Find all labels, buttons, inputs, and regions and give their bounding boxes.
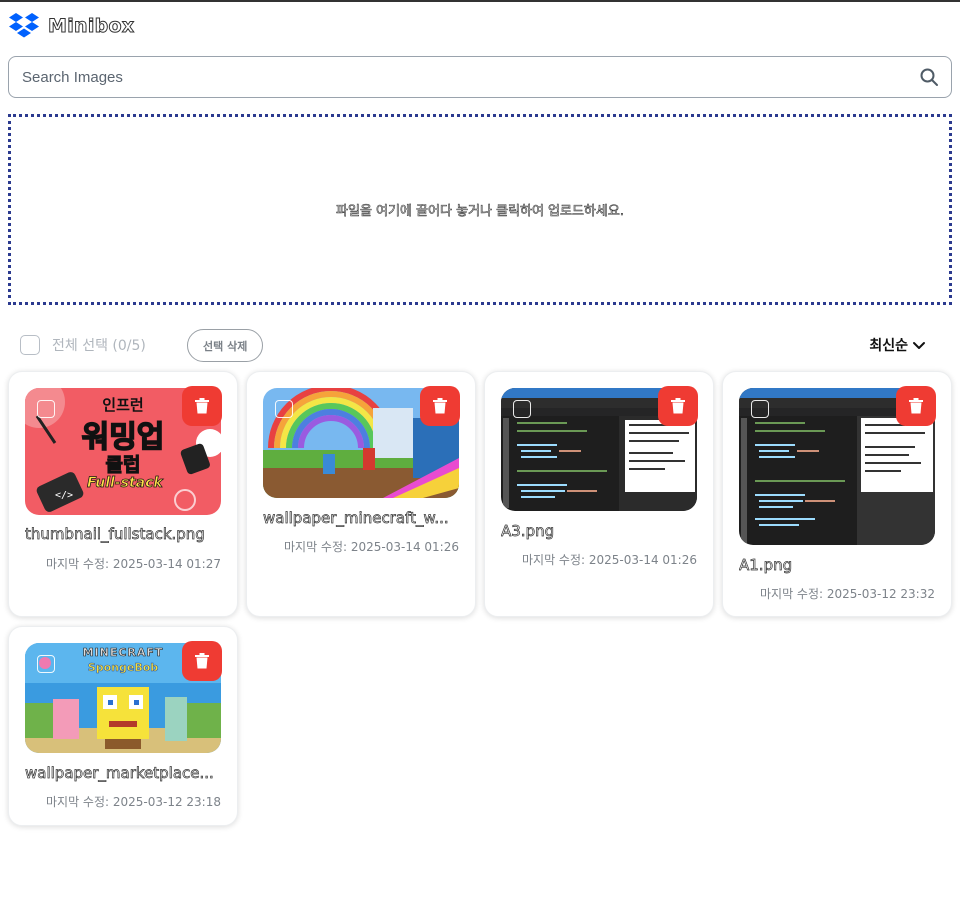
image-card[interactable]: A3.png 마지막 수정: 2025-03-14 01:26 xyxy=(484,371,714,617)
file-modified-date: 마지막 수정: 2025-03-12 23:18 xyxy=(45,795,221,809)
search-bar xyxy=(8,56,952,98)
image-card[interactable]: A1.png 마지막 수정: 2025-03-12 23:32 xyxy=(722,371,952,617)
delete-image-button[interactable] xyxy=(182,386,222,426)
card-select-checkbox[interactable] xyxy=(37,400,55,418)
delete-selected-button[interactable]: 선택 삭제 xyxy=(187,329,264,362)
image-card[interactable]: </> 인프런 워밍업 클럽 Full-stack thumbnail_full… xyxy=(8,371,238,617)
search-input[interactable] xyxy=(22,68,919,86)
delete-image-button[interactable] xyxy=(182,641,222,681)
file-name: A3.png xyxy=(501,522,555,540)
file-name: wallpaper_minecraft_w... xyxy=(263,509,449,527)
thumb-title-4: Full-stack xyxy=(87,475,163,492)
image-card[interactable]: MINECRAFT SpongeBob wallpaper_marketplac… xyxy=(8,626,238,826)
upload-dropzone[interactable]: 파일을 여기에 끌어다 놓거나 클릭하여 업로드하세요. xyxy=(8,114,952,305)
select-all-control[interactable]: 전체 선택 (0/5) xyxy=(20,335,146,355)
file-modified-date: 마지막 수정: 2025-03-14 01:26 xyxy=(283,540,459,554)
file-modified-date: 마지막 수정: 2025-03-14 01:27 xyxy=(45,557,221,571)
sort-dropdown[interactable]: 최신순 xyxy=(869,335,926,355)
delete-image-button[interactable] xyxy=(420,386,460,426)
file-modified-date: 마지막 수정: 2025-03-14 01:26 xyxy=(521,553,697,567)
card-select-checkbox[interactable] xyxy=(513,400,531,418)
dropzone-text: 파일을 여기에 끌어다 놓거나 클릭하여 업로드하세요. xyxy=(336,204,625,220)
file-name: wallpaper_marketplace... xyxy=(25,764,214,782)
dropbox-logo-icon xyxy=(9,13,39,38)
select-all-label: 전체 선택 (0/5) xyxy=(52,338,146,354)
thumb-title-3: 클럽 xyxy=(105,454,141,477)
file-name: thumbnail_fullstack.png xyxy=(25,525,205,543)
delete-image-button[interactable] xyxy=(896,386,936,426)
card-select-checkbox[interactable] xyxy=(37,655,55,673)
select-all-checkbox[interactable] xyxy=(20,335,40,355)
delete-image-button[interactable] xyxy=(658,386,698,426)
sort-label: 최신순 xyxy=(869,338,908,354)
trash-icon xyxy=(671,398,685,414)
selection-toolbar: 전체 선택 (0/5) 선택 삭제 최신순 xyxy=(8,328,952,362)
trash-icon xyxy=(909,398,923,414)
app-header: Minibox xyxy=(8,10,135,42)
image-card[interactable]: wallpaper_minecraft_w... 마지막 수정: 2025-03… xyxy=(246,371,476,617)
file-name: A1.png xyxy=(739,556,793,574)
app-title: Minibox xyxy=(47,15,135,38)
trash-icon xyxy=(195,398,209,414)
file-modified-date: 마지막 수정: 2025-03-12 23:32 xyxy=(759,587,935,601)
card-select-checkbox[interactable] xyxy=(751,400,769,418)
trash-icon xyxy=(195,653,209,669)
search-icon[interactable] xyxy=(919,67,939,87)
chevron-down-icon xyxy=(913,342,925,349)
trash-icon xyxy=(433,398,447,414)
svg-text:</>: </> xyxy=(55,490,73,501)
card-select-checkbox[interactable] xyxy=(275,400,293,418)
